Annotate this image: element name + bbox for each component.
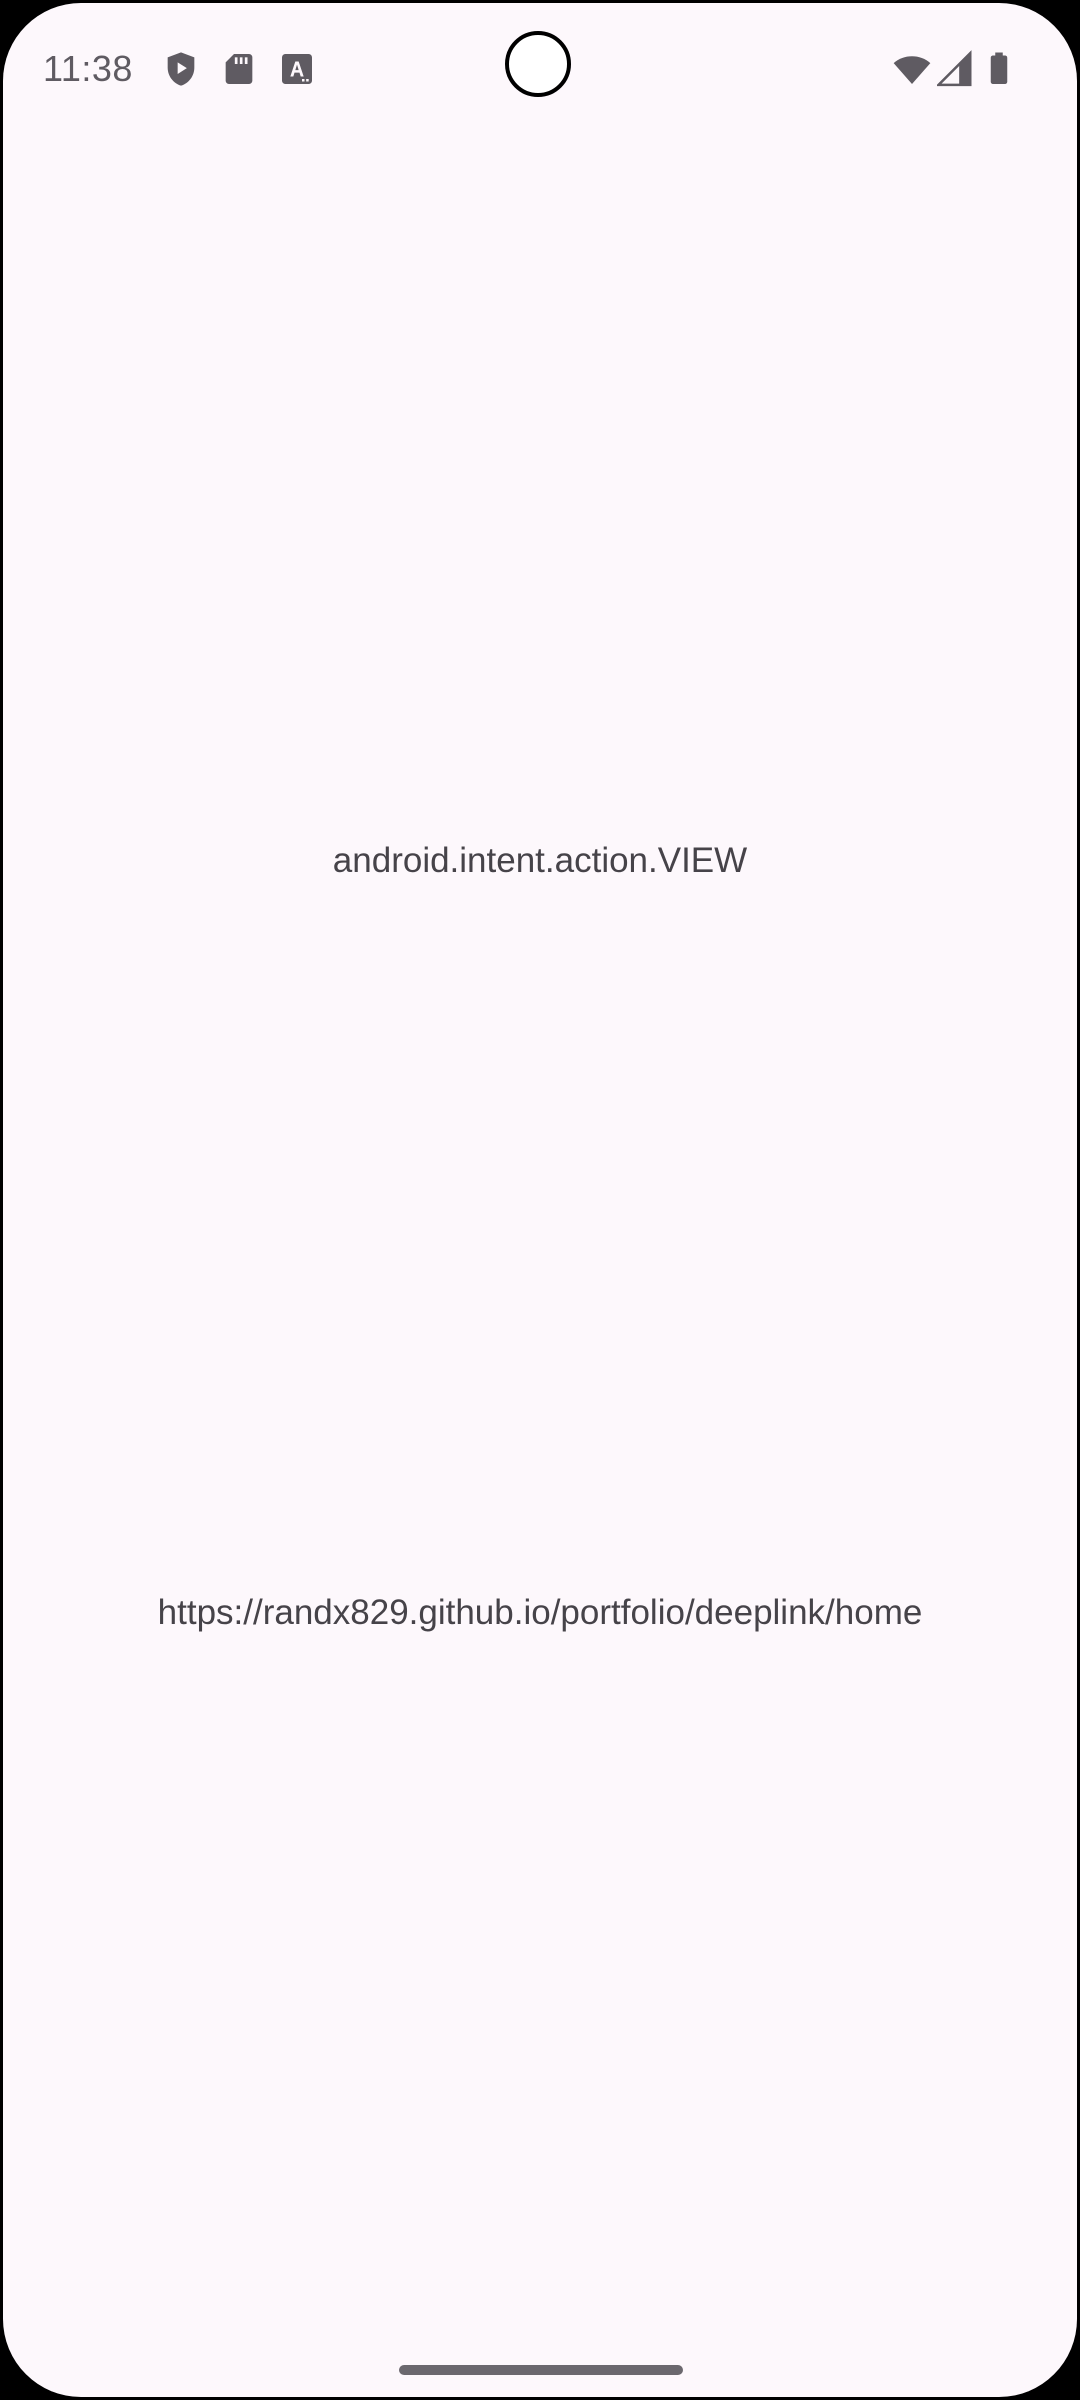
battery-icon bbox=[981, 49, 1017, 89]
cell-signal-icon bbox=[937, 49, 975, 89]
wifi-icon bbox=[891, 49, 933, 89]
text-a-icon bbox=[277, 49, 317, 89]
intent-data-url-text: https://randx829.github.io/portfolio/dee… bbox=[157, 1593, 923, 1632]
app-screen: 11:38 android.intent.action.VIEW https:/… bbox=[3, 3, 1077, 2397]
intent-action-text: android.intent.action.VIEW bbox=[332, 841, 748, 880]
gesture-nav-handle[interactable] bbox=[399, 2365, 683, 2375]
camera-cutout bbox=[505, 31, 571, 97]
sd-card-icon bbox=[219, 49, 259, 89]
status-bar: 11:38 bbox=[3, 3, 1077, 133]
status-time: 11:38 bbox=[43, 48, 133, 89]
device-frame: 11:38 android.intent.action.VIEW https:/… bbox=[0, 0, 1080, 2400]
play-protect-icon bbox=[161, 49, 201, 89]
